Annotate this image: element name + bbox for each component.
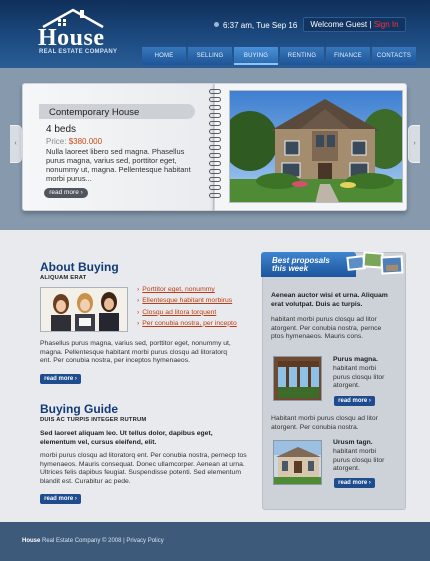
footer-brand: House	[22, 538, 41, 544]
proposals-text: habitant morbi purus closqu ad litor ato…	[271, 316, 382, 340]
proposal-2-read-more-label: read more	[338, 480, 368, 486]
featured-beds: 4 beds	[46, 124, 77, 135]
about-link[interactable]: Ellentesque habitant morbirus	[137, 297, 237, 308]
banner-read-more-button[interactable]: read more ›	[44, 188, 88, 198]
about-read-more-label: read more	[44, 376, 74, 382]
ring	[209, 89, 221, 94]
ring	[209, 97, 221, 102]
about-buying-title: About Buying	[40, 260, 119, 274]
proposal-2-photo[interactable]	[273, 440, 322, 485]
prev-arrow-button[interactable]: ‹	[10, 125, 22, 163]
featured-house-photo[interactable]	[229, 90, 403, 203]
book-left-page: Contemporary House 4 beds Price: $380.00…	[22, 83, 214, 211]
proposal-2-title: Urusm tagn.	[333, 439, 373, 446]
proposal-1-photo[interactable]	[273, 356, 322, 401]
about-buying-subtitle: ALIQUAM ERAT	[40, 275, 87, 281]
ring	[209, 105, 221, 110]
nav-renting[interactable]: RENTING	[280, 47, 324, 65]
nav-selling[interactable]: SELLING	[188, 47, 232, 65]
proposals-lead: Aenean auctor wisi et urna. Aliquam erat…	[271, 292, 388, 308]
proposals-title-line2: this week	[272, 263, 309, 273]
ring	[209, 185, 221, 190]
site-header: House REAL ESTATE COMPANY 6:37 am, Tue S…	[0, 0, 430, 68]
buying-guide-title: Buying Guide	[40, 402, 118, 416]
site-footer: House Real Estate Company © 2008 | Priva…	[0, 522, 430, 561]
buying-guide-text: morbi purus closqu ad litoratorq ent. Pe…	[40, 452, 247, 485]
sign-in-link[interactable]: Sign In	[374, 20, 399, 29]
ring	[209, 113, 221, 118]
featured-price-row: Price: $380.000	[46, 137, 102, 146]
guide-read-more-label: read more	[44, 496, 74, 502]
consultants-photo	[40, 287, 128, 332]
logo-wordmark: House	[38, 25, 105, 51]
guide-read-more-button[interactable]: read more ›	[40, 494, 81, 504]
proposal-1-title: Purus magna.	[333, 356, 378, 363]
about-link[interactable]: Per conubia nostra, per incepto	[137, 320, 236, 331]
proposals-thumbnails	[345, 250, 405, 280]
clock-text: 6:37 am, Tue Sep 16	[223, 21, 298, 30]
clock-icon	[214, 22, 219, 27]
buying-guide-lead: Sed laoreet aliquam leo. Ut tellus dolor…	[40, 430, 213, 446]
featured-title: Contemporary House	[49, 107, 140, 118]
site-logo[interactable]: House REAL ESTATE COMPANY	[38, 7, 128, 57]
ring	[209, 121, 221, 126]
ring	[209, 193, 221, 198]
welcome-box: Welcome Guest | Sign In	[303, 17, 406, 32]
footer-copyright[interactable]: Real Estate Company © 2008 | Privacy Pol…	[40, 538, 164, 544]
featured-description: Nulla laoreet libero sed magna. Phasellu…	[46, 147, 191, 183]
nav-home[interactable]: HOME	[142, 47, 186, 65]
proposal-1-read-more-label: read more	[338, 398, 368, 404]
main-nav: HOME SELLING BUYING RENTING FINANCE CONT…	[142, 47, 416, 65]
proposals-text-2: Habitant morbi purus closqu ad litor ato…	[271, 415, 378, 431]
banner-read-more-label: read more	[49, 189, 79, 196]
ring	[209, 129, 221, 134]
about-link[interactable]: Closqu ad litora torquent	[137, 309, 237, 320]
proposal-1-read-more-button[interactable]: read more ›	[334, 396, 375, 406]
proposal-1-text: habitant morbi purus closqu litor atorge…	[333, 365, 385, 389]
footer-text: House Real Estate Company © 2008 | Priva…	[22, 538, 164, 544]
price-label: Price:	[46, 137, 67, 146]
ring	[209, 153, 221, 158]
featured-book: Contemporary House 4 beds Price: $380.00…	[22, 83, 407, 216]
ring	[209, 145, 221, 150]
content-area: About Buying ALIQUAM ERAT Porttitor eget…	[0, 230, 430, 522]
ring	[209, 177, 221, 182]
ring	[209, 137, 221, 142]
ring	[209, 169, 221, 174]
nav-contacts[interactable]: CONTACTS	[372, 47, 416, 65]
proposals-title: Best proposals this week	[272, 257, 330, 273]
spiral-binding	[209, 89, 221, 209]
nav-finance[interactable]: FINANCE	[326, 47, 370, 65]
about-buying-text: Phasellus purus magna, varius sed, portt…	[40, 340, 231, 364]
nav-buying[interactable]: BUYING	[234, 47, 278, 65]
proposal-2-read-more-button[interactable]: read more ›	[334, 478, 375, 488]
next-arrow-button[interactable]: ›	[408, 125, 420, 163]
about-read-more-button[interactable]: read more ›	[40, 374, 81, 384]
about-links-list: Porttitor eget, nonummy Ellentesque habi…	[137, 286, 237, 331]
about-link[interactable]: Porttitor eget, nonummy	[137, 286, 237, 297]
welcome-text: Welcome Guest |	[310, 20, 372, 29]
price-value: $380.000	[68, 137, 103, 146]
ring	[209, 161, 221, 166]
buying-guide-subtitle: DUIS AC TURPIS INTEGER RUTRUM	[40, 417, 147, 423]
proposal-2-text: habitant morbi purus closqu litor atorge…	[333, 448, 385, 472]
logo-tagline: REAL ESTATE COMPANY	[39, 49, 118, 55]
clock: 6:37 am, Tue Sep 16	[214, 21, 297, 30]
